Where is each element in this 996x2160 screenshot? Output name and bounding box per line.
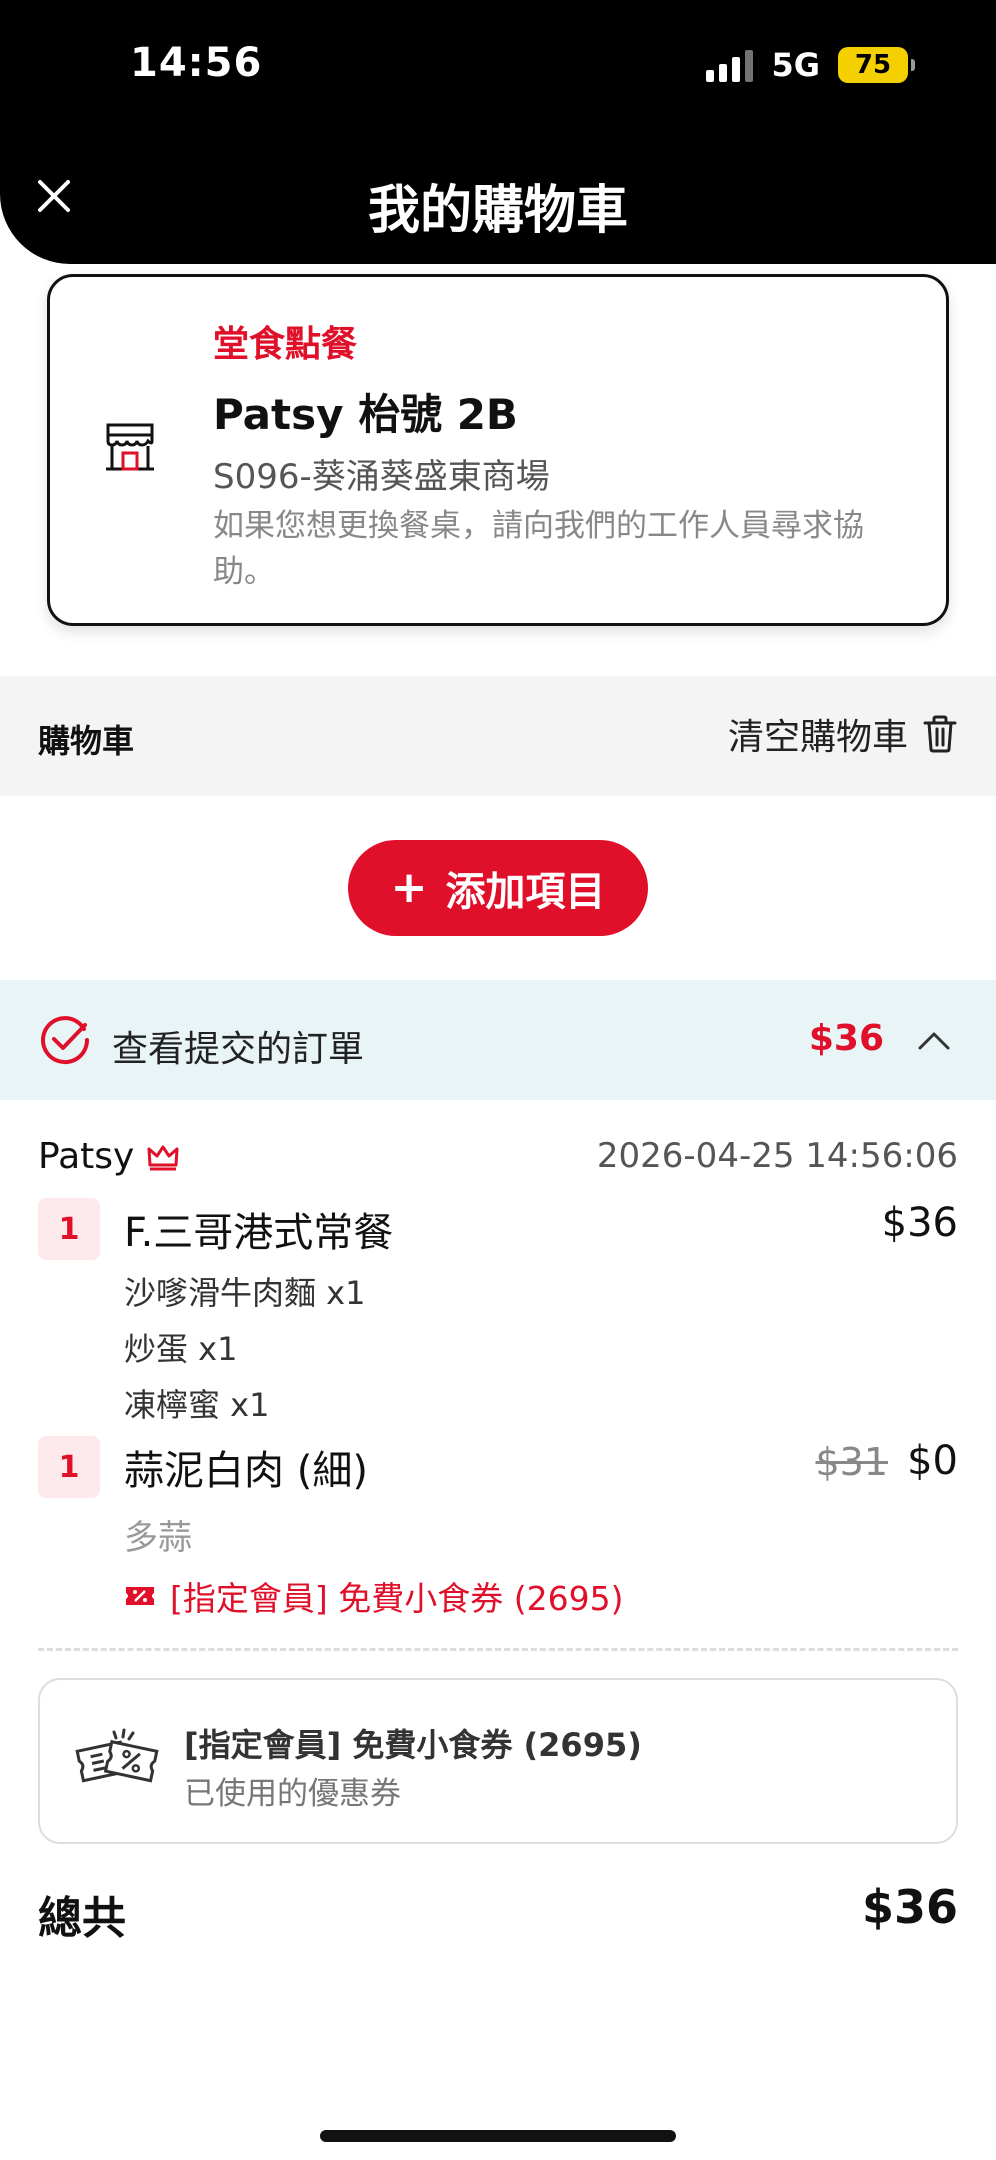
coupon-icon xyxy=(126,1587,154,1605)
chevron-up-icon[interactable] xyxy=(916,1022,952,1058)
submitted-orders-total: $36 xyxy=(808,1018,884,1059)
item-option: 多蒜 xyxy=(124,1518,192,1558)
order-timestamp: 2026-04-25 14:56:06 xyxy=(596,1136,958,1176)
home-indicator xyxy=(320,2130,676,2142)
divider xyxy=(38,1648,958,1651)
cart-section-header: 購物車 清空購物車 xyxy=(0,676,996,796)
clear-cart-button[interactable]: 清空購物車 xyxy=(728,708,958,760)
table-change-note: 如果您想更換餐桌，請向我們的工作人員尋求協助。 xyxy=(213,508,864,590)
page-title: 我的購物車 xyxy=(367,181,628,241)
submitted-orders-toggle[interactable]: 查看提交的訂單 $36 xyxy=(0,980,996,1100)
item-name: 蒜泥白肉 (細) xyxy=(124,1448,368,1494)
total-value: $36 xyxy=(861,1880,958,1934)
item-option: 沙嗲滑牛肉麵 x1 xyxy=(124,1274,366,1312)
status-time: 14:56 xyxy=(130,40,263,86)
store-icon xyxy=(106,423,154,471)
network-type: 5G xyxy=(771,46,820,84)
header: 14:56 5G 75 我的購物車 xyxy=(0,0,996,264)
order-type-label: 堂食點餐 xyxy=(213,324,358,365)
trash-icon xyxy=(923,715,957,753)
clear-cart-label: 清空購物車 xyxy=(727,717,908,758)
coupon-title: [指定會員] 免費小食券 (2695) xyxy=(184,1726,642,1764)
store-name: S096-葵涌葵盛東商場 xyxy=(213,457,550,497)
item-option: 凍檸蜜 x1 xyxy=(124,1386,270,1424)
submitted-orders-label: 查看提交的訂單 xyxy=(112,1029,365,1070)
orderer-name: Patsy xyxy=(38,1136,135,1177)
battery-level: 75 xyxy=(854,50,892,80)
signal-icon xyxy=(706,48,754,82)
item-price: $0 xyxy=(907,1438,958,1484)
item-option: 炒蛋 x1 xyxy=(124,1330,238,1368)
table-name: Patsy 枱號 2B xyxy=(213,390,518,439)
item-quantity-badge: 1 xyxy=(38,1198,100,1260)
plus-icon: + xyxy=(390,862,428,913)
battery-icon: 75 xyxy=(838,47,915,83)
shopping-cart-page: 14:56 5G 75 我的購物車 堂食點餐 Patsy 枱號 2B S096-… xyxy=(0,0,996,2160)
coupon-status: 已使用的優惠券 xyxy=(184,1776,401,1812)
add-item-button[interactable]: + 添加項目 xyxy=(348,840,648,936)
item-price: $36 xyxy=(881,1200,958,1246)
status-indicators: 5G 75 xyxy=(706,46,915,84)
total-label: 總共 xyxy=(38,1893,126,1944)
orderer: Patsy xyxy=(38,1136,180,1177)
applied-coupon-label: [指定會員] 免費小食券 (2695) xyxy=(170,1579,624,1618)
cart-label: 購物車 xyxy=(38,722,135,760)
store-card: 堂食點餐 Patsy 枱號 2B S096-葵涌葵盛東商場 如果您想更換餐桌，請… xyxy=(47,274,949,626)
applied-coupon-line: [指定會員] 免費小食券 (2695) xyxy=(124,1572,623,1620)
item-original-price: $31 xyxy=(815,1440,888,1484)
coupon-tickets-icon xyxy=(75,1728,159,1783)
check-circle-icon xyxy=(41,1016,90,1065)
add-item-label: 添加項目 xyxy=(445,869,606,915)
crown-icon xyxy=(147,1145,179,1170)
item-name: F.三哥港式常餐 xyxy=(124,1210,394,1256)
used-coupon-card[interactable]: [指定會員] 免費小食券 (2695) 已使用的優惠券 xyxy=(38,1678,958,1844)
item-quantity-badge: 1 xyxy=(38,1436,100,1498)
